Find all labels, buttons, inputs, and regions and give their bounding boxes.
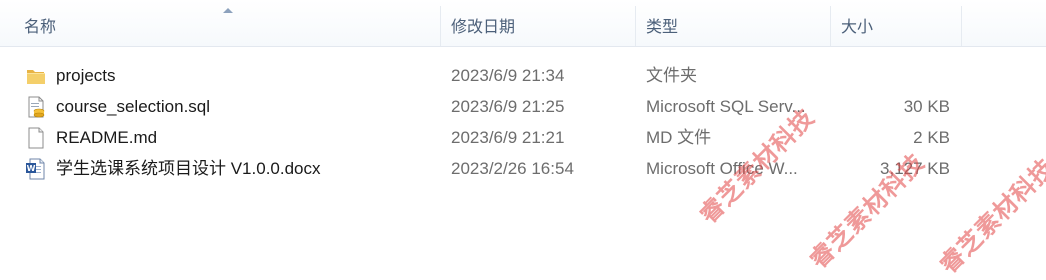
file-name: README.md [56,128,158,147]
file-date: 2023/6/9 21:34 [451,66,565,85]
file-size: 2 KB [913,128,950,147]
word-doc-icon: W [24,157,48,181]
blank-file-icon [24,126,48,150]
column-divider[interactable] [440,6,441,46]
file-type: 文件夹 [646,66,697,85]
file-row-projects[interactable]: projects 2023/6/9 21:34 文件夹 [0,60,1046,91]
column-divider[interactable] [830,6,831,46]
sql-file-icon [24,95,48,119]
folder-icon [24,64,48,88]
file-row-readme[interactable]: README.md 2023/6/9 21:21 MD 文件 2 KB [0,122,1046,153]
sort-ascending-icon [223,8,233,13]
file-row-course-selection[interactable]: course_selection.sql 2023/6/9 21:25 Micr… [0,91,1046,122]
svg-text:W: W [27,164,36,173]
column-header-size[interactable]: 大小 [841,0,961,46]
file-size [830,60,950,91]
file-name: course_selection.sql [56,97,211,116]
file-date: 2023/2/26 16:54 [451,159,574,178]
file-date: 2023/6/9 21:21 [451,128,565,147]
file-name: 学生选课系统项目设计 V1.0.0.docx [56,159,321,178]
column-header-type[interactable]: 类型 [646,0,830,46]
file-date: 2023/6/9 21:25 [451,97,565,116]
column-divider[interactable] [961,6,962,46]
file-name: projects [56,66,116,85]
column-header-name[interactable]: 名称 [24,0,440,46]
column-divider[interactable] [635,6,636,46]
file-size: 30 KB [903,97,950,116]
column-header-date[interactable]: 修改日期 [451,0,635,46]
column-header-bar: 名称 修改日期 类型 大小 [0,0,1046,47]
